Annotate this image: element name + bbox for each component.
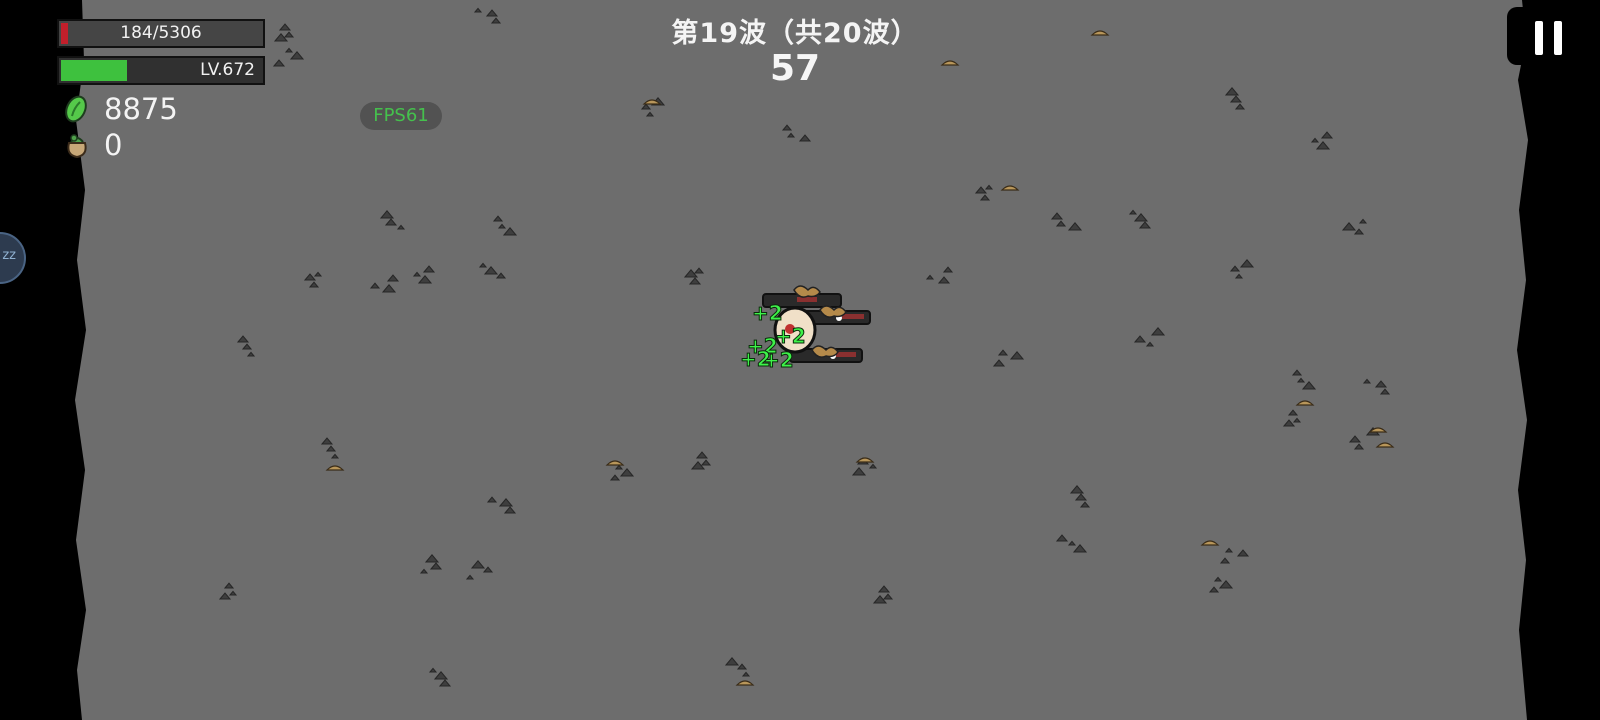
loot-bag-icon — [67, 134, 87, 159]
heal-popup: +2 — [775, 324, 806, 348]
hp-text: 184/5306 — [120, 23, 202, 43]
materials-value: 8875 — [104, 92, 178, 126]
bag-value: 0 — [104, 128, 123, 162]
pause-button[interactable] — [1507, 7, 1585, 65]
fps-badge: FPS61 — [360, 102, 442, 130]
pause-icon — [1535, 21, 1565, 55]
arena: +2 +2 +2 +2 +2 — [0, 0, 1600, 720]
level-bar: LV.672 — [57, 56, 265, 85]
heal-popup: +2 — [740, 347, 771, 371]
bag-counter: 0 — [62, 128, 122, 162]
materials-counter: 8875 — [62, 92, 178, 126]
wave-timer: 57 — [769, 48, 821, 89]
level-text: LV.672 — [200, 60, 255, 80]
assist-bubble-text: zz — [2, 248, 16, 263]
heal-popup: +2 — [752, 301, 783, 325]
green-material-icon — [65, 95, 87, 123]
hp-bar: 184/5306 — [57, 19, 265, 48]
level-bar-fill — [61, 60, 127, 81]
wave-title: 第19波（共20波） — [671, 18, 919, 49]
